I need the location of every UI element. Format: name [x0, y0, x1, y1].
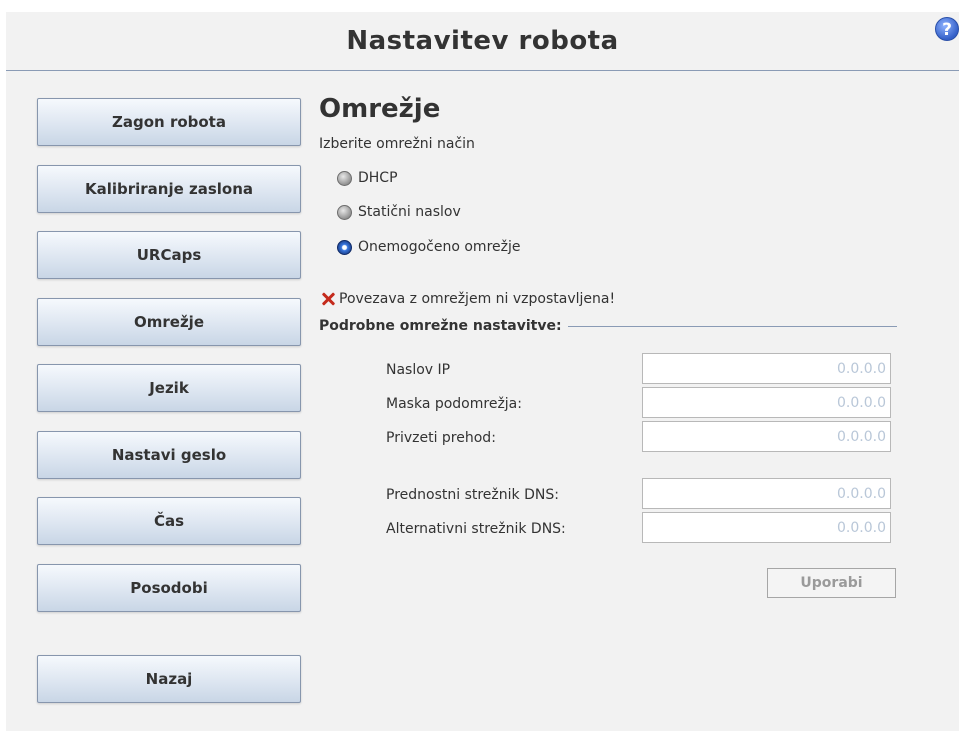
radio-label: DHCP	[358, 170, 398, 186]
subnet-mask-label: Maska podomrežja:	[386, 396, 522, 412]
sidebar-item-omrezje[interactable]: Omrežje	[37, 298, 301, 346]
ip-address-label: Naslov IP	[386, 362, 451, 378]
default-gateway-input[interactable]	[642, 421, 891, 452]
section-title: Omrežje	[319, 94, 441, 124]
radio-label: Onemogočeno omrežje	[358, 239, 521, 255]
details-heading: Podrobne omrežne nastavitve:	[319, 318, 562, 334]
default-gateway-label: Privzeti prehod:	[386, 430, 496, 446]
radio-disabled-network[interactable]: Onemogočeno omrežje	[337, 239, 520, 255]
help-icon[interactable]: ?	[935, 17, 959, 41]
sidebar-item-kalibriranje-zaslona[interactable]: Kalibriranje zaslona	[37, 165, 301, 213]
alternative-dns-input[interactable]	[642, 512, 891, 543]
connection-status: Povezava z omrežjem ni vzpostavljena!	[321, 291, 615, 307]
radio-dhcp[interactable]: DHCP	[337, 170, 398, 186]
radio-icon[interactable]	[337, 204, 352, 220]
back-button[interactable]: Nazaj	[37, 655, 301, 703]
sidebar-item-urcaps[interactable]: URCaps	[37, 231, 301, 279]
apply-button[interactable]: Uporabi	[767, 568, 896, 598]
details-section-header: Podrobne omrežne nastavitve:	[319, 318, 897, 334]
alternative-dns-label: Alternativni strežnik DNS:	[386, 521, 566, 537]
radio-selected-icon[interactable]	[337, 239, 352, 255]
radio-icon[interactable]	[337, 170, 352, 186]
sidebar-item-posodobi[interactable]: Posodobi	[37, 564, 301, 612]
ip-address-input[interactable]	[642, 353, 891, 384]
status-text: Povezava z omrežjem ni vzpostavljena!	[339, 291, 616, 307]
header-bar: Nastavitev robota	[6, 12, 959, 71]
subnet-mask-input[interactable]	[642, 387, 891, 418]
radio-static-address[interactable]: Statični naslov	[337, 204, 461, 220]
preferred-dns-label: Prednostni strežnik DNS:	[386, 487, 559, 503]
preferred-dns-input[interactable]	[642, 478, 891, 509]
divider	[567, 325, 897, 327]
radio-label: Statični naslov	[358, 204, 461, 220]
sidebar-item-nastavi-geslo[interactable]: Nastavi geslo	[37, 431, 301, 479]
sidebar-item-cas[interactable]: Čas	[37, 497, 301, 545]
error-x-icon	[321, 292, 335, 306]
sidebar-item-jezik[interactable]: Jezik	[37, 364, 301, 412]
page-title: Nastavitev robota	[346, 26, 619, 56]
mode-prompt: Izberite omrežni način	[319, 136, 475, 152]
sidebar-item-zagon-robota[interactable]: Zagon robota	[37, 98, 301, 146]
